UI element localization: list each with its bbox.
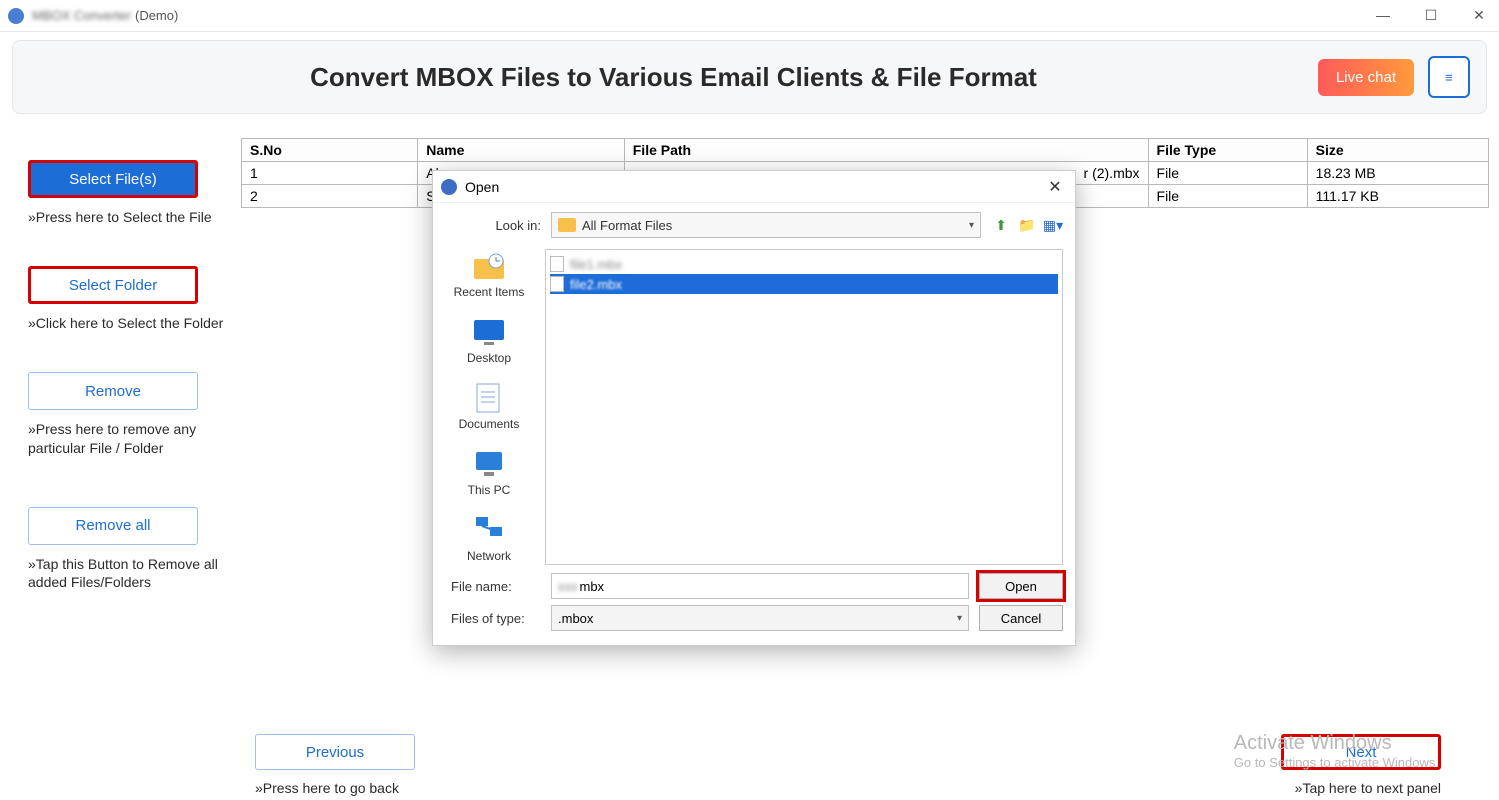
next-button[interactable]: Next xyxy=(1281,734,1441,770)
dialog-titlebar: Open ✕ xyxy=(433,171,1075,203)
window-close-button[interactable]: ✕ xyxy=(1467,7,1491,24)
open-button[interactable]: Open xyxy=(979,573,1063,599)
app-title-blurred: MBOX Converter xyxy=(32,8,131,23)
remove-hint: »Press here to remove any particular Fil… xyxy=(28,420,228,456)
folder-icon xyxy=(558,218,576,232)
window-minimize-button[interactable]: — xyxy=(1371,7,1395,24)
place-this-pc[interactable]: This PC xyxy=(468,449,511,497)
window-titlebar: MBOX Converter (Demo) — ☐ ✕ xyxy=(0,0,1499,32)
select-files-button[interactable]: Select File(s) xyxy=(28,160,198,198)
place-label: Recent Items xyxy=(454,285,525,299)
hamburger-menu-button[interactable]: ≡ xyxy=(1428,56,1470,98)
remove-button[interactable]: Remove xyxy=(28,372,198,410)
col-header-size[interactable]: Size xyxy=(1307,139,1488,162)
file-item-selected[interactable]: file2.mbx xyxy=(550,274,1058,294)
dialog-app-icon xyxy=(441,179,457,195)
place-recent-items[interactable]: Recent Items xyxy=(454,251,525,299)
next-hint: »Tap here to next panel xyxy=(1281,780,1441,796)
file-type-label: Files of type: xyxy=(445,611,541,626)
col-header-path[interactable]: File Path xyxy=(624,139,1148,162)
file-item-name: file1.mbx xyxy=(570,257,622,272)
chevron-down-icon: ▾ xyxy=(969,220,974,231)
select-files-hint: »Press here to Select the File xyxy=(28,208,228,226)
place-label: This PC xyxy=(468,483,511,497)
look-in-dropdown[interactable]: All Format Files ▾ xyxy=(551,212,981,238)
place-label: Network xyxy=(467,549,511,563)
col-header-name[interactable]: Name xyxy=(418,139,624,162)
place-network[interactable]: Network xyxy=(467,515,511,563)
window-maximize-button[interactable]: ☐ xyxy=(1419,7,1443,24)
cell-type: File xyxy=(1148,185,1307,208)
places-bar: Recent Items Desktop Documents This PC N… xyxy=(433,247,545,567)
file-type-value: .mbox xyxy=(558,611,593,626)
view-menu-icon[interactable]: ▦▾ xyxy=(1043,215,1063,235)
hamburger-icon: ≡ xyxy=(1445,70,1453,85)
remove-all-button[interactable]: Remove all xyxy=(28,507,198,545)
col-header-sno[interactable]: S.No xyxy=(242,139,418,162)
file-item-name: file2.mbx xyxy=(570,277,622,292)
left-sidebar: Select File(s) »Press here to Select the… xyxy=(28,160,228,591)
cell-type: File xyxy=(1148,162,1307,185)
network-icon xyxy=(471,515,507,545)
live-chat-button[interactable]: Live chat xyxy=(1318,59,1414,96)
file-name-label: File name: xyxy=(445,579,541,594)
app-title-suffix: (Demo) xyxy=(135,8,178,23)
folder-up-icon[interactable]: ⬆ xyxy=(991,215,1011,235)
file-icon xyxy=(550,256,564,272)
remove-all-hint: »Tap this Button to Remove all added Fil… xyxy=(28,555,228,591)
file-type-dropdown[interactable]: .mbox ▾ xyxy=(551,605,969,631)
place-documents[interactable]: Documents xyxy=(459,383,520,431)
select-folder-hint: »Click here to Select the Folder xyxy=(28,314,228,332)
this-pc-icon xyxy=(471,449,507,479)
page-title: Convert MBOX Files to Various Email Clie… xyxy=(29,62,1318,93)
file-list[interactable]: file1.mbx file2.mbx xyxy=(545,249,1063,565)
place-label: Desktop xyxy=(467,351,511,365)
place-label: Documents xyxy=(459,417,520,431)
previous-button[interactable]: Previous xyxy=(255,734,415,770)
dialog-close-button[interactable]: ✕ xyxy=(1043,177,1067,197)
place-desktop[interactable]: Desktop xyxy=(467,317,511,365)
recent-items-icon xyxy=(471,251,507,281)
cell-size: 18.23 MB xyxy=(1307,162,1488,185)
cancel-button[interactable]: Cancel xyxy=(979,605,1063,631)
select-folder-button[interactable]: Select Folder xyxy=(28,266,198,304)
file-name-value: mbx xyxy=(580,579,605,594)
col-header-type[interactable]: File Type xyxy=(1148,139,1307,162)
desktop-icon xyxy=(471,317,507,347)
cell-size: 111.17 KB xyxy=(1307,185,1488,208)
app-icon xyxy=(8,8,24,24)
cell-sno: 1 xyxy=(242,162,418,185)
dialog-title: Open xyxy=(465,179,499,195)
documents-icon xyxy=(471,383,507,413)
cell-sno: 2 xyxy=(242,185,418,208)
file-name-input[interactable]: xxxmbx xyxy=(551,573,969,599)
header-bar: Convert MBOX Files to Various Email Clie… xyxy=(12,40,1487,114)
open-file-dialog: Open ✕ Look in: All Format Files ▾ ⬆ 📁 ▦… xyxy=(432,170,1076,646)
look-in-value: All Format Files xyxy=(582,218,672,233)
file-item[interactable]: file1.mbx xyxy=(550,254,1058,274)
new-folder-icon[interactable]: 📁 xyxy=(1017,215,1037,235)
look-in-label: Look in: xyxy=(445,218,541,233)
previous-hint: »Press here to go back xyxy=(255,780,415,796)
file-icon xyxy=(550,276,564,292)
chevron-down-icon: ▾ xyxy=(957,613,962,624)
